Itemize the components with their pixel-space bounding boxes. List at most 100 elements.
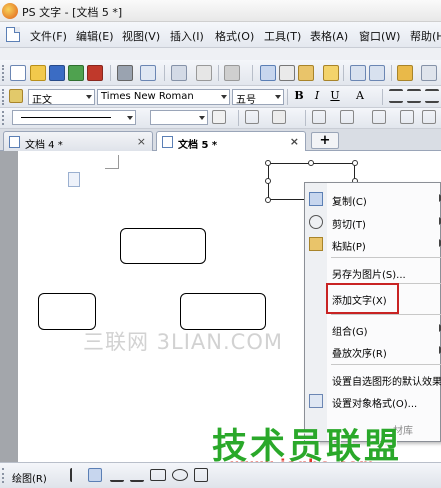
context-item-set-default-shape[interactable]: 设置自选图形的默认效果 (305, 368, 441, 390)
rounded-rectangle-shape[interactable] (180, 293, 266, 330)
context-item-cut[interactable]: 剪切(T) (305, 211, 441, 233)
document-icon (162, 136, 173, 148)
insert-rows-icon[interactable] (400, 110, 414, 124)
draw-menu-button[interactable]: 绘图(R) (12, 470, 47, 485)
format-brush-icon[interactable] (224, 65, 240, 81)
site-watermark: 三联网 3LIAN.COM (83, 330, 283, 354)
formula-icon[interactable] (421, 65, 437, 81)
standard-toolbar (0, 60, 441, 86)
font-select[interactable]: Times New Roman (97, 89, 230, 105)
toolbar-grip[interactable] (2, 89, 5, 105)
insert-columns-icon[interactable] (422, 110, 436, 124)
toolbar-separator (110, 65, 111, 81)
border-icon[interactable] (245, 110, 259, 124)
align-right-icon[interactable] (425, 89, 439, 103)
line-color-icon[interactable] (212, 110, 226, 124)
menu-file[interactable]: 文件(F) (30, 28, 67, 44)
insert-table-icon[interactable] (397, 65, 413, 81)
tab-document-4[interactable]: 文档 4 * × (3, 131, 153, 151)
resize-handle[interactable] (352, 160, 358, 166)
menu-separator (331, 257, 441, 258)
context-item-label: 组合(G) (332, 327, 368, 338)
drawing-format-toolbar (0, 108, 441, 129)
resize-handle[interactable] (265, 160, 271, 166)
toolbar-grip[interactable] (2, 468, 5, 483)
toolbar-grip[interactable] (2, 65, 5, 81)
toolbar-separator (218, 65, 219, 81)
page-corner-mark (105, 155, 119, 169)
menu-window[interactable]: 窗口(W) (359, 28, 400, 44)
toolbar-separator (382, 89, 383, 105)
table-grid-icon[interactable] (340, 110, 354, 124)
window-title: PS 文字 - [文档 5 *] (22, 6, 123, 19)
spellcheck-icon[interactable] (171, 65, 187, 81)
line-style-select[interactable] (12, 110, 136, 125)
context-item-format-object[interactable]: 设置对象格式(O)... (305, 390, 441, 412)
print-icon[interactable] (117, 65, 133, 81)
copy-icon[interactable] (260, 65, 276, 81)
resize-handle[interactable] (308, 160, 314, 166)
style-select[interactable]: 正文 (28, 89, 95, 105)
context-item-group[interactable]: 组合(G) (305, 318, 441, 340)
context-item-order[interactable]: 叠放次序(R) (305, 340, 441, 362)
menu-view[interactable]: 视图(V) (122, 28, 160, 44)
menu-help[interactable]: 帮助(H) (410, 28, 441, 44)
rounded-rectangle-shape[interactable] (120, 228, 206, 264)
context-item-paste[interactable]: 粘贴(P) (305, 233, 441, 255)
cell-align-icon[interactable] (372, 110, 386, 124)
menu-table[interactable]: 表格(A) (310, 28, 348, 44)
rectangle-icon[interactable] (150, 469, 166, 481)
format-painter-icon[interactable] (323, 65, 339, 81)
shading-icon[interactable] (272, 110, 286, 124)
paste-icon (309, 237, 323, 251)
print-preview-icon[interactable] (140, 65, 156, 81)
paste-icon[interactable] (298, 65, 314, 81)
menu-tools[interactable]: 工具(T) (264, 28, 301, 44)
context-item-label: 剪切(T) (332, 220, 366, 231)
redo-icon[interactable] (369, 65, 385, 81)
save-icon[interactable] (49, 65, 65, 81)
context-item-label: 设置自选图形的默认效果 (332, 377, 441, 388)
new-document-icon[interactable] (10, 65, 26, 81)
context-item-copy[interactable]: 复制(C) (305, 188, 441, 210)
font-color-button[interactable]: A (353, 89, 367, 102)
bold-button[interactable]: B (292, 89, 306, 102)
context-item-save-as-picture[interactable]: 另存为图片(S)... (305, 261, 441, 283)
select-pointer-icon[interactable] (70, 468, 82, 482)
textbox-icon[interactable] (194, 468, 208, 482)
tab-document-5[interactable]: 文档 5 * × (156, 131, 306, 152)
title-bar: PS 文字 - [文档 5 *] (0, 0, 441, 22)
document-icon[interactable] (6, 27, 20, 42)
font-size-select[interactable]: 五号 (232, 89, 284, 105)
chevron-down-icon (275, 95, 281, 99)
split-icon[interactable] (196, 65, 212, 81)
menu-insert[interactable]: 插入(I) (170, 28, 204, 44)
menu-format[interactable]: 格式(O) (215, 28, 254, 44)
align-center-icon[interactable] (407, 89, 421, 103)
new-tab-button[interactable]: + (311, 132, 339, 149)
line-width-select[interactable] (150, 110, 208, 125)
context-item-label: 另存为图片(S)... (332, 270, 406, 281)
undo-icon[interactable] (350, 65, 366, 81)
toolbar-grip[interactable] (2, 111, 5, 125)
align-left-icon[interactable] (389, 89, 403, 103)
context-item-label: 叠放次序(R) (332, 349, 387, 360)
styles-icon[interactable] (9, 89, 23, 103)
export-pdf-icon[interactable] (87, 65, 103, 81)
underline-button[interactable]: U (328, 89, 342, 102)
resize-handle[interactable] (265, 178, 271, 184)
close-icon[interactable]: × (290, 135, 299, 148)
table-border-icon[interactable] (312, 110, 326, 124)
arrow-icon[interactable] (130, 468, 144, 482)
close-icon[interactable]: × (137, 135, 146, 148)
cut-icon[interactable] (279, 65, 295, 81)
italic-button[interactable]: I (310, 89, 324, 102)
line-icon[interactable] (110, 468, 124, 482)
autoshapes-icon[interactable] (88, 468, 102, 482)
open-folder-icon[interactable] (30, 65, 46, 81)
rounded-rectangle-shape[interactable] (38, 293, 96, 330)
oval-icon[interactable] (172, 469, 188, 481)
save-as-icon[interactable] (68, 65, 84, 81)
resize-handle[interactable] (265, 197, 271, 203)
menu-edit[interactable]: 编辑(E) (76, 28, 114, 44)
